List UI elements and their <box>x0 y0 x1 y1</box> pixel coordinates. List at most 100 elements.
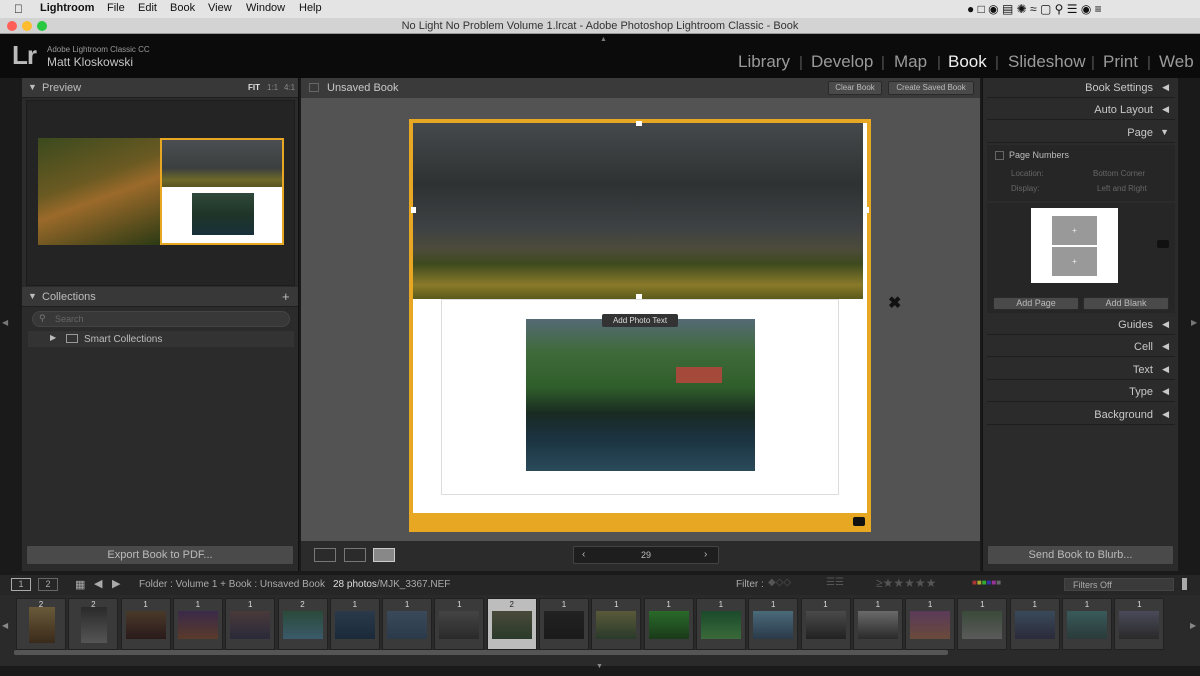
filmstrip-thumbnail[interactable]: 1 <box>539 598 589 650</box>
current-file[interactable]: /MJK_3367.NEF <box>377 579 450 590</box>
add-photo-text-button[interactable]: Add Photo Text <box>602 314 678 327</box>
zoom-4-1[interactable]: 4:1 <box>284 83 295 92</box>
filmstrip-thumbnail[interactable]: 2 <box>277 598 328 650</box>
collections-header[interactable]: ▼ Collections + <box>22 287 298 307</box>
filmstrip-thumbnail[interactable]: 2 <box>16 598 66 650</box>
send-to-blurb-button[interactable]: Send Book to Blurb... <box>987 545 1174 565</box>
collections-search-input[interactable]: ⚲ Search <box>32 311 290 327</box>
menu-edit[interactable]: Edit <box>138 2 157 14</box>
module-library[interactable]: Library <box>738 52 790 72</box>
grid-view-icon[interactable]: ▦ <box>75 578 85 591</box>
add-page-button[interactable]: Add Page <box>993 297 1079 310</box>
filmstrip-thumbnail[interactable]: 1 <box>957 598 1008 650</box>
filmstrip-thumbnail[interactable]: 1 <box>172 598 223 650</box>
section-text[interactable]: Text ◀ <box>987 360 1175 380</box>
filmstrip-thumbnail[interactable]: 1 <box>120 598 171 650</box>
filmstrip-left-arrow-icon[interactable]: ◀ <box>2 621 8 630</box>
menu-file[interactable]: File <box>107 2 125 14</box>
list-item[interactable]: ▶ Smart Collections <box>28 331 294 347</box>
section-cell[interactable]: Cell ◀ <box>987 337 1175 357</box>
filmstrip-thumbnail[interactable]: 1 <box>434 598 485 650</box>
back-arrow-icon[interactable]: ◀ <box>94 577 102 590</box>
export-pdf-button[interactable]: Export Book to PDF... <box>26 545 294 565</box>
kind-filter-icons[interactable]: ☰☰ <box>826 577 844 588</box>
filter-preset-select[interactable]: Filters Off <box>1064 578 1174 591</box>
filmstrip-thumbnail[interactable]: 2 <box>68 598 119 650</box>
disclosure-triangle-icon[interactable]: ▼ <box>28 82 37 92</box>
selected-page[interactable]: Add Photo Text <box>409 119 871 532</box>
filmstrip-thumbnail[interactable]: 1 <box>905 598 956 650</box>
filmstrip-thumbnail[interactable]: 1 <box>1114 598 1165 650</box>
add-blank-button[interactable]: Add Blank <box>1083 297 1169 310</box>
filmstrip-thumbnail[interactable]: 1 <box>1062 598 1112 650</box>
clear-book-button[interactable]: Clear Book <box>828 81 882 95</box>
module-slideshow[interactable]: Slideshow <box>1008 52 1086 72</box>
collapse-right-arrow-icon[interactable]: ▶ <box>1191 318 1197 327</box>
template-picker-icon[interactable] <box>1157 240 1169 248</box>
section-background[interactable]: Background ◀ <box>987 405 1175 425</box>
remove-photo-icon[interactable]: ✖ <box>888 293 901 313</box>
filter-lock-icon[interactable] <box>1182 578 1187 590</box>
sky-field-photo[interactable] <box>413 123 863 299</box>
location-select[interactable]: Bottom Corner <box>1093 169 1145 178</box>
filmstrip-scrollbar[interactable] <box>14 650 948 655</box>
add-collection-icon[interactable]: + <box>282 289 290 304</box>
filmstrip-source[interactable]: Folder : Volume 1 + Book : Unsaved Book <box>139 579 325 590</box>
page-numbers-checkbox[interactable] <box>995 151 1004 160</box>
section-guides[interactable]: Guides ◀ <box>987 315 1175 335</box>
menu-help[interactable]: Help <box>299 2 322 14</box>
module-book[interactable]: Book <box>948 52 987 72</box>
filmstrip-thumbnail[interactable]: 1 <box>695 598 746 650</box>
resize-handle[interactable] <box>636 294 642 299</box>
section-book-settings[interactable]: Book Settings ◀ <box>987 78 1175 98</box>
collapse-top-arrow-icon[interactable]: ▲ <box>600 36 607 43</box>
collapse-bottom-arrow-icon[interactable]: ▼ <box>596 663 603 670</box>
resize-handle[interactable] <box>864 207 869 213</box>
filmstrip-thumbnail[interactable]: 1 <box>591 598 642 650</box>
filmstrip-thumbnail[interactable]: 1 <box>643 598 694 650</box>
zoom-1-1[interactable]: 1:1 <box>267 83 278 92</box>
lake-cabins-photo[interactable] <box>526 319 755 471</box>
section-type[interactable]: Type ◀ <box>987 382 1175 402</box>
page-navigator[interactable]: ‹ 29 › <box>573 546 719 564</box>
module-print[interactable]: Print <box>1103 52 1138 72</box>
menu-view[interactable]: View <box>208 2 232 14</box>
filmstrip-thumbnail[interactable]: 1 <box>329 598 380 650</box>
zoom-fit[interactable]: FIT <box>248 83 260 92</box>
app-menu[interactable]: Lightroom <box>40 2 94 14</box>
expand-triangle-icon[interactable]: ▶ <box>50 333 56 342</box>
menu-book[interactable]: Book <box>170 2 195 14</box>
filmstrip-thumbnail[interactable]: 2 <box>486 598 537 650</box>
filmstrip-thumbnail[interactable]: 1 <box>800 598 851 650</box>
collapse-left-arrow-icon[interactable]: ◀ <box>2 318 8 327</box>
filmstrip-thumbnail[interactable]: 1 <box>382 598 433 650</box>
filmstrip-thumbnail[interactable]: 1 <box>852 598 903 650</box>
single-page-view-icon[interactable] <box>373 548 395 562</box>
forward-arrow-icon[interactable]: ▶ <box>112 577 120 590</box>
filmstrip-thumbnail[interactable]: 1 <box>1009 598 1060 650</box>
primary-display-button[interactable]: 1 <box>11 578 31 591</box>
filmstrip-right-arrow-icon[interactable]: ▶ <box>1190 621 1196 630</box>
module-map[interactable]: Map <box>894 52 927 72</box>
resize-handle[interactable] <box>411 207 416 213</box>
display-select[interactable]: Left and Right <box>1097 184 1147 193</box>
preview-header[interactable]: ▼ Preview FIT 1:1 4:1 <box>22 78 298 98</box>
filmstrip-thumbnail[interactable]: 1 <box>748 598 799 650</box>
multi-page-view-icon[interactable] <box>314 548 336 562</box>
section-page[interactable]: Page ▼ <box>987 123 1175 143</box>
apple-icon[interactable]:  <box>14 2 23 16</box>
menu-window[interactable]: Window <box>246 2 285 14</box>
secondary-display-button[interactable]: 2 <box>38 578 58 591</box>
page-options-icon[interactable] <box>853 517 865 526</box>
next-page-icon[interactable]: › <box>704 549 707 560</box>
disclosure-triangle-icon[interactable]: ▼ <box>28 291 37 301</box>
section-auto-layout[interactable]: Auto Layout ◀ <box>987 100 1175 120</box>
module-web[interactable]: Web <box>1159 52 1194 72</box>
page-template-thumbnail[interactable]: + + <box>1031 208 1118 283</box>
filmstrip-thumbnail[interactable]: 1 <box>225 598 276 650</box>
module-develop[interactable]: Develop <box>811 52 873 72</box>
flag-filter-icons[interactable]: ◆◇◇ <box>768 577 791 588</box>
spread-view-icon[interactable] <box>344 548 366 562</box>
rating-filter-stars[interactable]: ≥★★★★★ <box>876 576 936 590</box>
resize-handle[interactable] <box>636 121 642 126</box>
